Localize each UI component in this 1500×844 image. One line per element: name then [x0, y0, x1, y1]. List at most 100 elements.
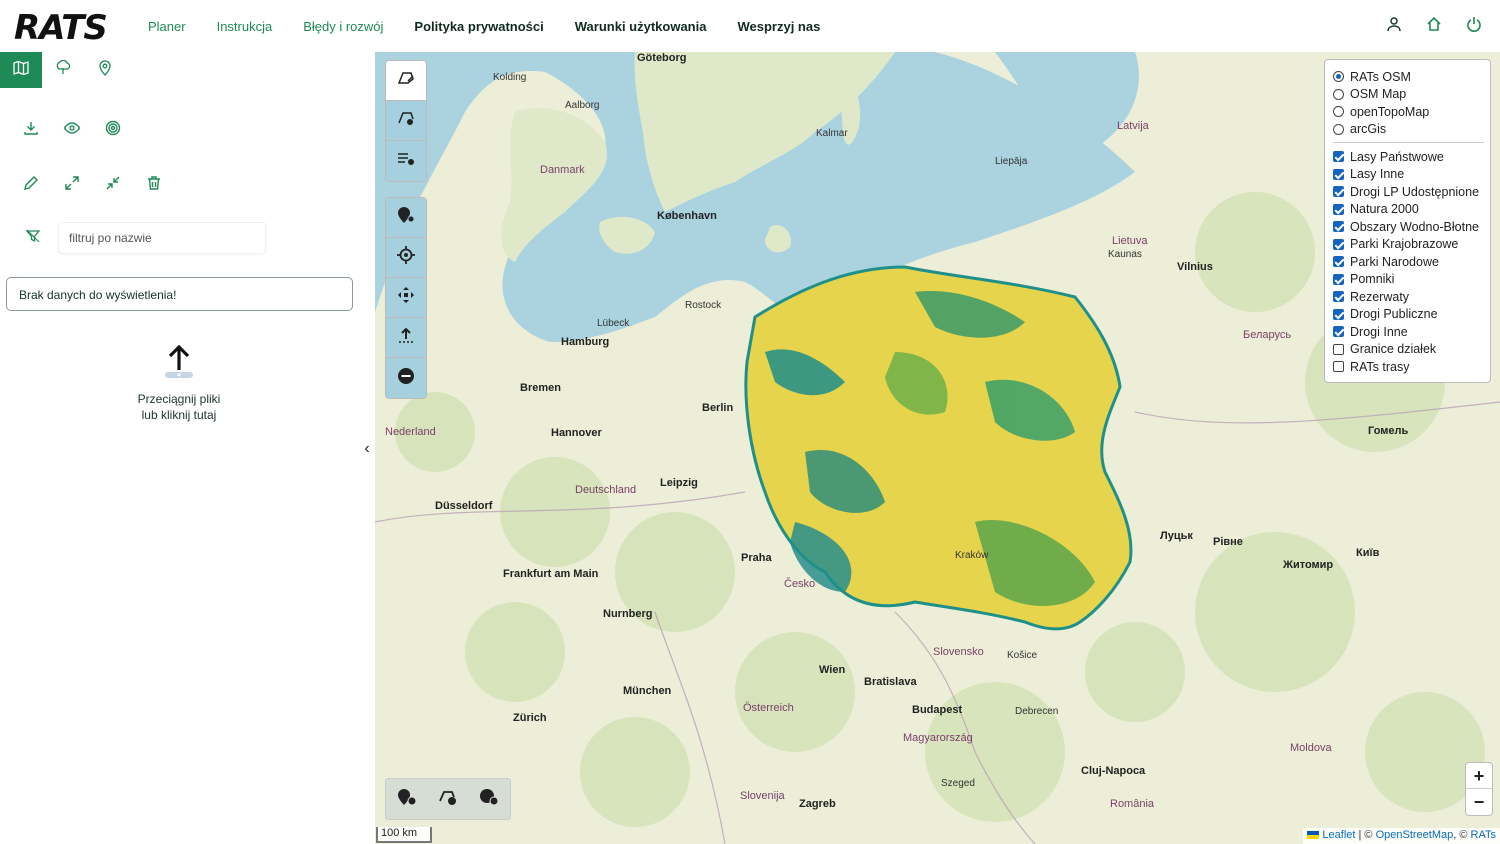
map-label: Rostock — [685, 300, 722, 311]
zoom-out-button[interactable]: − — [1466, 789, 1492, 815]
overlay-option[interactable]: Drogi Publiczne — [1333, 306, 1484, 324]
osm-link[interactable]: OpenStreetMap — [1376, 829, 1454, 841]
overlay-option[interactable]: Parki Krajobrazowe — [1333, 236, 1484, 254]
checkbox-icon — [1333, 308, 1344, 320]
checkbox-icon — [1333, 326, 1344, 338]
sidebar-tabs — [0, 52, 126, 88]
overlay-option[interactable]: Drogi Inne — [1333, 323, 1484, 341]
base-layer-option[interactable]: arcGis — [1333, 121, 1484, 139]
overlay-option[interactable]: Granice działek — [1333, 341, 1484, 359]
filter-input[interactable] — [58, 222, 266, 254]
map-label: Hannover — [551, 427, 602, 439]
draw-toolbar — [385, 60, 427, 182]
expand-icon[interactable] — [63, 174, 81, 192]
app-logo[interactable]: RATS — [14, 8, 108, 48]
overlay-option[interactable]: Rezerwaty — [1333, 288, 1484, 306]
map-label: München — [623, 685, 672, 697]
nav-link-planer[interactable]: Planer — [148, 19, 186, 34]
marker-add-icon[interactable] — [396, 786, 418, 813]
nav-link-wesprzyj[interactable]: Wesprzyj nas — [737, 19, 820, 34]
map-label: Berlin — [702, 402, 734, 414]
overlay-label: Drogi Publiczne — [1350, 307, 1438, 322]
list-settings-icon — [396, 150, 416, 173]
target-icon[interactable] — [104, 119, 122, 137]
overlay-option[interactable]: Drogi LP Udostępnione — [1333, 183, 1484, 201]
tab-location[interactable] — [84, 52, 126, 88]
empty-state-message: Brak danych do wyświetlenia! — [6, 277, 353, 311]
route-list-button[interactable] — [386, 141, 426, 181]
map-label: Nederland — [385, 426, 436, 438]
base-layer-option[interactable]: openTopoMap — [1333, 103, 1484, 121]
route-clock-icon[interactable] — [437, 786, 459, 813]
map-label: Slovenija — [740, 790, 785, 802]
nav-link-warunki[interactable]: Warunki użytkowania — [575, 19, 707, 34]
sidebar-collapse-handle[interactable]: ‹ — [360, 440, 374, 458]
nav-link-instrukcja[interactable]: Instrukcja — [217, 19, 273, 34]
info-gear-icon[interactable] — [478, 786, 500, 813]
map-label: Bremen — [520, 382, 561, 394]
leaflet-link[interactable]: Leaflet — [1322, 829, 1355, 841]
map-label: Göteborg — [637, 52, 687, 64]
eye-icon[interactable] — [63, 119, 81, 137]
base-layer-label: arcGis — [1350, 122, 1387, 137]
map-label: Kalmar — [816, 128, 848, 139]
overlay-option[interactable]: Pomniki — [1333, 271, 1484, 289]
map-label: Беларусь — [1243, 329, 1292, 341]
tab-map[interactable] — [0, 52, 42, 88]
checkbox-icon — [1333, 168, 1344, 180]
map-label: Житомир — [1283, 559, 1334, 571]
tree-icon — [55, 59, 71, 81]
map-scale: 100 km — [376, 827, 432, 843]
location-pin-icon — [97, 59, 113, 81]
nav-link-polityka[interactable]: Polityka prywatności — [414, 19, 543, 34]
map-label: Zagreb — [799, 798, 836, 810]
locate-me-button[interactable] — [386, 238, 426, 278]
zoom-control: + − — [1465, 762, 1493, 816]
checkbox-icon — [1333, 151, 1344, 163]
map-label: Moldova — [1290, 742, 1332, 754]
overlay-label: Obszary Wodno-Błotne — [1350, 219, 1479, 234]
map-view[interactable]: Göteborg Aalborg Danmark København Hambu… — [375, 52, 1500, 844]
zoom-in-button[interactable]: + — [1466, 763, 1492, 789]
base-layer-option[interactable]: OSM Map — [1333, 86, 1484, 104]
minus-button[interactable] — [386, 358, 426, 398]
upload-track-button[interactable] — [386, 318, 426, 358]
rats-link[interactable]: RATs — [1471, 829, 1496, 841]
marker-settings-button[interactable] — [386, 198, 426, 238]
overlay-option[interactable]: RATs trasy — [1333, 358, 1484, 376]
trash-icon[interactable] — [145, 174, 163, 192]
overlay-option[interactable]: Lasy Państwowe — [1333, 148, 1484, 166]
pencil-icon[interactable] — [22, 174, 40, 192]
nav-link-bledy[interactable]: Błędy i rozwój — [303, 19, 383, 34]
overlay-option[interactable]: Obszary Wodno-Błotne — [1333, 218, 1484, 236]
collapse-icon[interactable] — [104, 174, 122, 192]
tab-tree[interactable] — [42, 52, 84, 88]
power-icon[interactable] — [1466, 16, 1482, 32]
overlay-option[interactable]: Parki Narodowe — [1333, 253, 1484, 271]
attribution-separator: , © — [1453, 829, 1471, 841]
overlay-option[interactable]: Lasy Inne — [1333, 166, 1484, 184]
base-layer-option[interactable]: RATs OSM — [1333, 68, 1484, 86]
move-button[interactable] — [386, 278, 426, 318]
map-label: Гомель — [1368, 425, 1409, 437]
checkbox-icon — [1333, 256, 1344, 268]
home-icon[interactable] — [1426, 16, 1442, 32]
base-layer-label: openTopoMap — [1350, 104, 1430, 119]
overlay-label: Drogi Inne — [1350, 324, 1408, 339]
overlay-label: Granice działek — [1350, 342, 1437, 357]
map-attribution: Leaflet | © OpenStreetMap, © RATs — [1303, 828, 1500, 844]
draw-route-button[interactable] — [386, 61, 426, 101]
route-gear-icon — [396, 109, 416, 132]
user-icon[interactable] — [1386, 16, 1402, 32]
download-icon[interactable] — [22, 119, 40, 137]
map-label: Latvija — [1117, 120, 1149, 132]
map-label: København — [657, 210, 717, 222]
route-settings-button[interactable] — [386, 101, 426, 141]
route-draw-icon — [396, 69, 416, 92]
ukraine-flag-icon — [1307, 831, 1320, 840]
overlay-option[interactable]: Natura 2000 — [1333, 201, 1484, 219]
filter-icon[interactable] — [25, 229, 41, 248]
overlay-label: Lasy Państwowe — [1350, 149, 1444, 164]
file-dropzone[interactable]: Przeciągnij pliki lub kliknij tutaj — [120, 344, 238, 423]
map-label: Frankfurt am Main — [503, 568, 599, 580]
